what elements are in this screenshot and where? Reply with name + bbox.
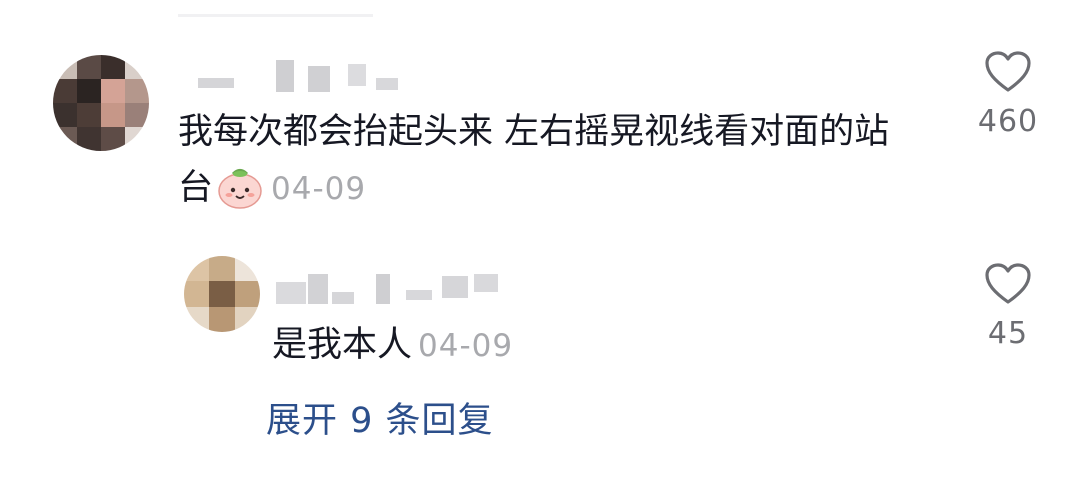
reply-username-blurred[interactable] <box>276 270 516 304</box>
like-button[interactable]: 460 <box>958 50 1058 139</box>
expand-replies-link[interactable]: 展开 9 条回复 <box>266 392 494 443</box>
comment-date: 04-09 <box>271 171 367 207</box>
comment-text: 我每次都会抬起头来 左右摇晃视线看对面的站台 04-09 <box>178 104 918 217</box>
like-count: 460 <box>977 104 1039 139</box>
top-divider <box>178 14 373 17</box>
reply-like-count: 45 <box>987 316 1029 351</box>
reply-text: 是我本人 04-09 <box>272 317 892 374</box>
reply-body: 是我本人 <box>272 325 413 365</box>
username-blurred[interactable] <box>198 60 413 94</box>
heart-outline-icon <box>985 263 1031 304</box>
reply-like-button[interactable]: 45 <box>958 262 1058 351</box>
peach-face-emoji <box>215 161 265 211</box>
heart-outline-icon <box>985 51 1031 92</box>
reply-avatar[interactable] <box>184 256 260 332</box>
avatar[interactable] <box>53 55 149 151</box>
reply-date: 04-09 <box>418 328 514 364</box>
